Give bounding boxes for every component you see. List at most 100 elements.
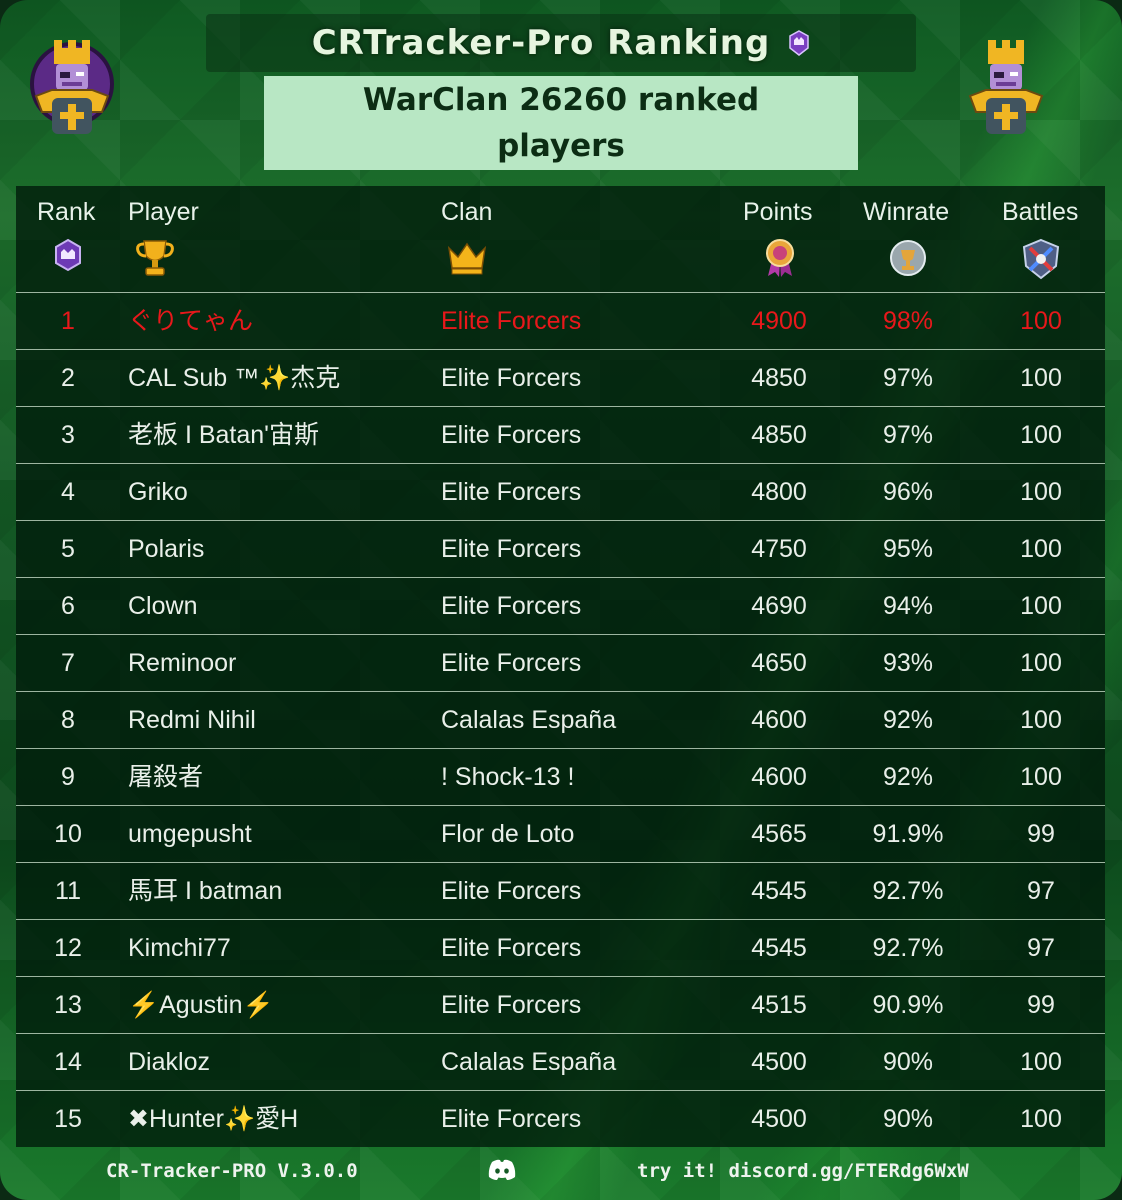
ranking-card: CRTracker-Pro Ranking WarClan 26260 rank… (0, 0, 1122, 1200)
rank-cell: 14 (54, 1048, 82, 1076)
battles-cell: 100 (1020, 478, 1062, 506)
rank-cell: 1 (61, 307, 75, 335)
battles-cell: 97 (1027, 934, 1055, 962)
clan-name-cell: Elite Forcers (441, 877, 582, 905)
points-cell: 4515 (751, 991, 807, 1019)
points-cell: 4800 (751, 478, 807, 506)
gold-crown-icon (447, 242, 487, 275)
battles-cell: 100 (1020, 535, 1062, 563)
battles-cell: 100 (1020, 307, 1062, 335)
winrate-cell: 90.9% (872, 991, 944, 1019)
rank-cell: 12 (54, 934, 82, 962)
rank-cell: 13 (54, 991, 82, 1019)
player-name-cell: Kimchi77 (128, 934, 231, 962)
column-header-points: Points (743, 198, 813, 226)
points-cell: 4850 (751, 364, 807, 392)
winrate-cell: 97% (882, 364, 934, 392)
king-emblem-icon (968, 40, 1044, 134)
battles-cell: 99 (1027, 991, 1055, 1019)
page-subtitle: WarClan 26260 ranked players (362, 82, 760, 164)
winrate-cell: 90% (882, 1105, 934, 1133)
table-row: 4 Griko Elite Forcers 4800 96% 100 (16, 464, 1105, 521)
battles-cell: 100 (1020, 1105, 1062, 1133)
clan-name-cell: Flor de Loto (441, 820, 575, 848)
player-name-cell: ✖Hunter✨愛H (128, 1105, 299, 1133)
player-name-cell: Griko (128, 478, 188, 506)
subtitle-box: WarClan 26260 ranked players (264, 76, 858, 170)
winrate-cell: 94% (882, 592, 934, 620)
page-title: CRTracker-Pro Ranking (311, 23, 771, 63)
points-cell: 4600 (751, 706, 807, 734)
clan-name-cell: ! Shock-13 ! (441, 763, 575, 791)
winrate-cell: 92.7% (872, 877, 944, 905)
clan-name-cell: Elite Forcers (441, 1105, 582, 1133)
column-header-clan: Clan (441, 198, 493, 226)
player-name-cell: ⚡Agustin⚡ (128, 991, 274, 1019)
battles-cell: 100 (1020, 1048, 1062, 1076)
player-name-cell: Polaris (128, 535, 205, 563)
points-cell: 4500 (751, 1048, 807, 1076)
rank-cell: 6 (61, 592, 75, 620)
version-label: CR-Tracker-PRO V.3.0.0 (106, 1160, 358, 1182)
clan-name-cell: Elite Forcers (441, 934, 582, 962)
silver-trophy-badge-icon (890, 240, 926, 276)
table-body: 1 ぐりてゃん Elite Forcers 4900 98% 100 2 CAL Sub ™✨… (16, 293, 1105, 1147)
player-name-cell: Clown (128, 592, 198, 620)
rank-cell: 5 (61, 535, 75, 563)
battles-cell: 100 (1020, 649, 1062, 677)
winrate-cell: 96% (882, 478, 934, 506)
winrate-cell: 91.9% (872, 820, 944, 848)
table-row: 9 屠殺者 ! Shock-13 ! 4600 92% 100 (16, 749, 1105, 806)
rank-cell: 10 (54, 820, 82, 848)
clan-name-cell: Elite Forcers (441, 364, 582, 392)
purple-crown-badge-icon (55, 238, 81, 272)
winrate-cell: 93% (882, 649, 934, 677)
battles-cell: 100 (1020, 364, 1062, 392)
footer: CR-Tracker-PRO V.3.0.0 try it! discord.g… (0, 1142, 1122, 1200)
table-header: Rank Player Clan Points Winrate Battles (16, 186, 1105, 293)
points-cell: 4600 (751, 763, 807, 791)
points-cell: 4900 (751, 307, 807, 335)
points-cell: 4650 (751, 649, 807, 677)
points-cell: 4500 (751, 1105, 807, 1133)
battles-cell: 97 (1027, 877, 1055, 905)
table-row: 2 CAL Sub ™✨杰克 Elite Forcers 4850 97% 100 (16, 350, 1105, 407)
clan-name-cell: Elite Forcers (441, 307, 582, 335)
battles-cell: 99 (1027, 820, 1055, 848)
table-row: 12 Kimchi77 Elite Forcers 4545 92.7% 97 (16, 920, 1105, 977)
table-row: 5 Polaris Elite Forcers 4750 95% 100 (16, 521, 1105, 578)
table-row: 6 Clown Elite Forcers 4690 94% 100 (16, 578, 1105, 635)
player-name-cell: Reminoor (128, 649, 237, 677)
discord-icon[interactable] (487, 1158, 517, 1182)
clan-name-cell: Calalas España (441, 706, 617, 734)
points-cell: 4565 (751, 820, 807, 848)
column-header-battles: Battles (1002, 198, 1079, 226)
discord-invite-link[interactable]: try it! discord.gg/FTERdg6WxW (637, 1160, 969, 1182)
table-row: 11 馬耳 I batman Elite Forcers 4545 92.7% 97 (16, 863, 1105, 920)
points-cell: 4545 (751, 877, 807, 905)
column-header-player: Player (128, 198, 199, 226)
trophy-icon (136, 240, 174, 276)
clan-name-cell: Calalas España (441, 1048, 617, 1076)
rank-cell: 3 (61, 421, 75, 449)
rank-cell: 8 (61, 706, 75, 734)
clan-name-cell: Elite Forcers (441, 991, 582, 1019)
winrate-cell: 92% (882, 706, 934, 734)
rank-cell: 7 (61, 649, 75, 677)
table-row: 1 ぐりてゃん Elite Forcers 4900 98% 100 (16, 293, 1105, 350)
player-name-cell: umgepusht (128, 820, 252, 848)
points-cell: 4750 (751, 535, 807, 563)
battles-cell: 100 (1020, 763, 1062, 791)
purple-gem-icon (789, 30, 810, 56)
ranking-table: Rank Player Clan Points Winrate Battles (16, 186, 1105, 1147)
player-name-cell: 屠殺者 (128, 763, 204, 791)
battles-cell: 100 (1020, 706, 1062, 734)
crossed-swords-shield-icon (1022, 238, 1060, 280)
column-header-winrate: Winrate (863, 198, 950, 226)
medal-icon (766, 239, 794, 277)
rank-cell: 2 (61, 364, 75, 392)
title-bar: CRTracker-Pro Ranking (206, 14, 916, 72)
clan-name-cell: Elite Forcers (441, 478, 582, 506)
rank-cell: 9 (61, 763, 75, 791)
king-emblem-icon (30, 40, 114, 134)
